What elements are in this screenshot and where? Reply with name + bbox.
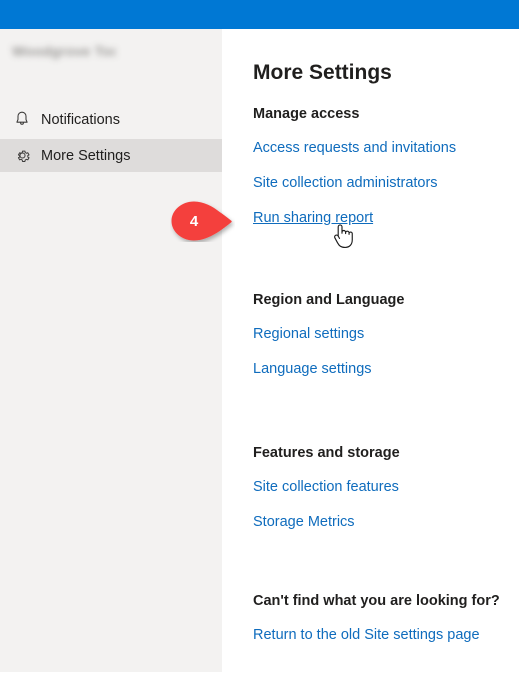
sidebar-item-label: Notifications [41, 111, 120, 128]
link-access-requests-and-invitations[interactable]: Access requests and invitations [253, 139, 456, 157]
link-site-collection-administrators[interactable]: Site collection administrators [253, 174, 438, 192]
section-cant-find: Can't find what you are looking for? Ret… [253, 593, 518, 644]
section-features-and-storage: Features and storage Site collection fea… [253, 445, 518, 531]
main-content: More Settings Manage access Access reque… [222, 29, 519, 680]
sidebar-item-notifications[interactable]: Notifications [0, 103, 222, 136]
link-storage-metrics[interactable]: Storage Metrics [253, 513, 355, 531]
sidebar-item-label: More Settings [41, 147, 131, 164]
page-title: More Settings [253, 61, 392, 85]
section-heading: Can't find what you are looking for? [253, 593, 500, 609]
section-heading: Features and storage [253, 445, 400, 461]
section-manage-access: Manage access Access requests and invita… [253, 106, 518, 227]
bell-icon [11, 109, 33, 131]
settings-page: Woodgrove Toolkit Notifications More Set… [0, 0, 519, 680]
site-title-redacted: Woodgrove Toolkit [12, 43, 116, 59]
link-return-to-old-site-settings[interactable]: Return to the old Site settings page [253, 626, 480, 644]
left-navigation: Woodgrove Toolkit Notifications More Set… [0, 29, 222, 672]
section-heading: Manage access [253, 106, 360, 122]
gear-icon [11, 145, 33, 167]
section-region-and-language: Region and Language Regional settings La… [253, 292, 518, 378]
suite-header-bar [0, 0, 519, 29]
link-language-settings[interactable]: Language settings [253, 360, 372, 378]
section-heading: Region and Language [253, 292, 405, 308]
link-regional-settings[interactable]: Regional settings [253, 325, 364, 343]
link-site-collection-features[interactable]: Site collection features [253, 478, 399, 496]
link-run-sharing-report[interactable]: Run sharing report [253, 209, 373, 227]
sidebar-item-more-settings[interactable]: More Settings [0, 139, 222, 172]
